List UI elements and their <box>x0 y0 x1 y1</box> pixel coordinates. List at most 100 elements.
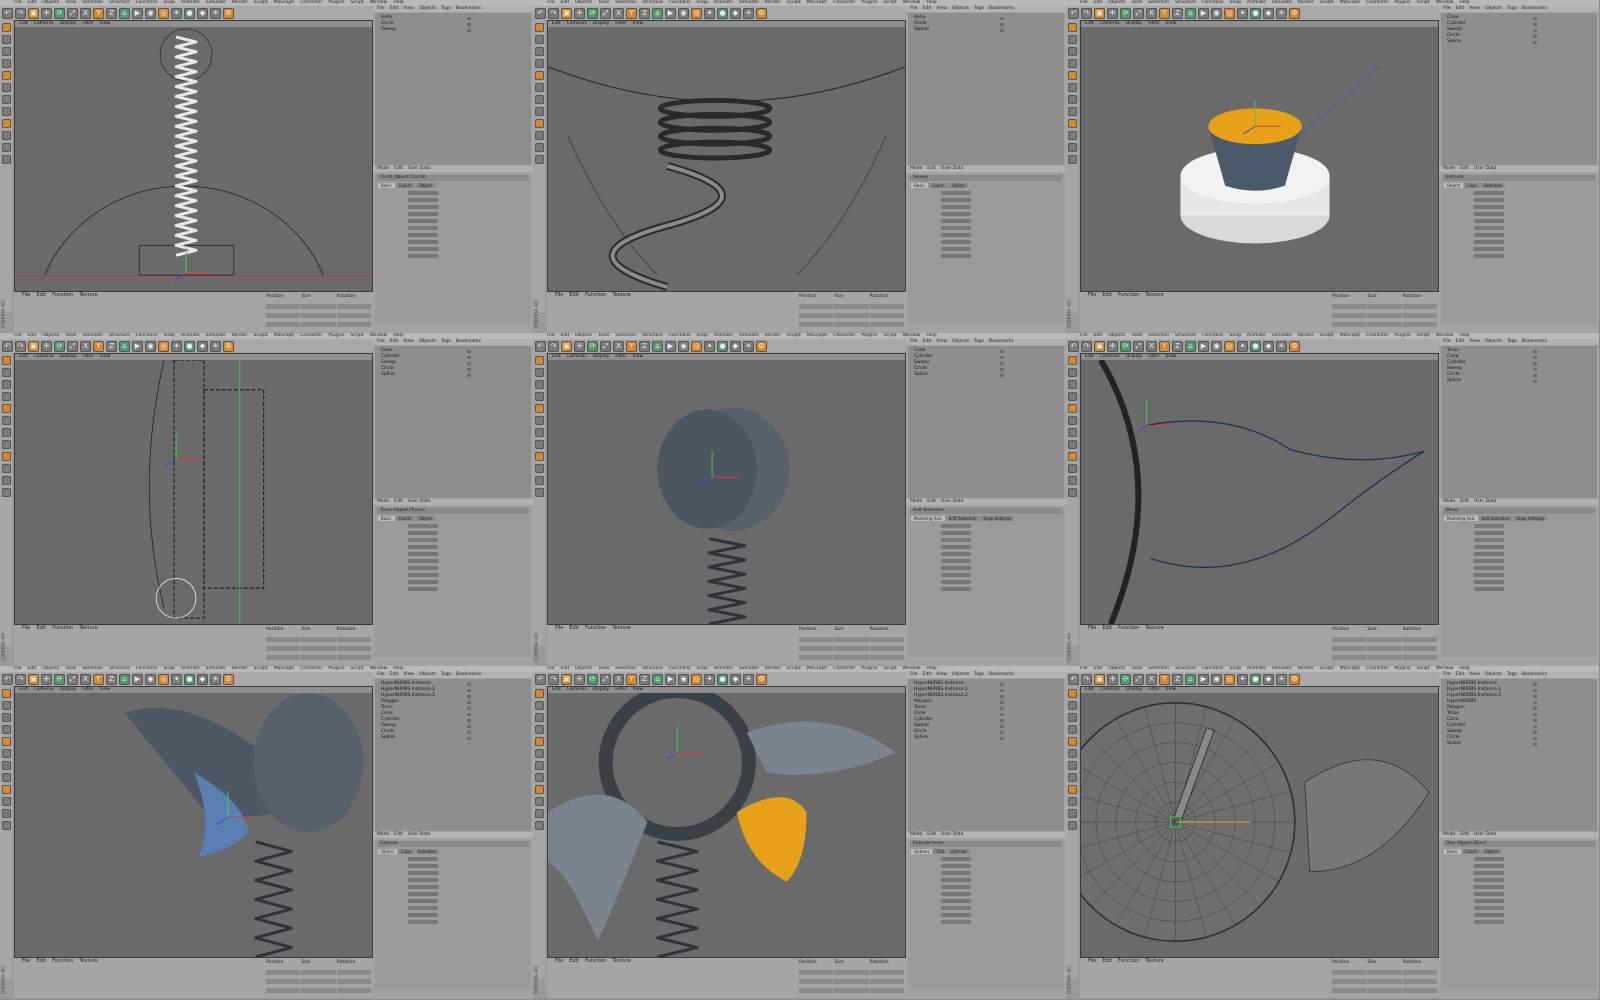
toolbar-tool-icon[interactable]: ⚙ <box>1289 7 1300 19</box>
viewport[interactable]: Edit Cameras Display Filter View <box>547 686 906 958</box>
attribute-field[interactable] <box>1474 913 1504 917</box>
toolbar-tool-icon[interactable]: ⚙ <box>223 340 234 352</box>
material-menu-texture[interactable]: Texture <box>1145 958 1163 964</box>
mode-tool-icon[interactable] <box>1067 725 1077 734</box>
om-menu-objects[interactable]: Objects <box>419 339 436 345</box>
om-menu-tags[interactable]: Tags <box>1507 672 1517 678</box>
om-menu-tags[interactable]: Tags <box>441 6 451 12</box>
attribute-field[interactable] <box>408 247 438 251</box>
material-menu-edit[interactable]: Edit <box>36 625 46 631</box>
attribute-field[interactable] <box>1474 233 1504 237</box>
toolbar-tool-icon[interactable]: ✛ <box>574 7 585 19</box>
attribute-tab[interactable]: Selection <box>414 849 440 854</box>
om-menu-bookmarks[interactable]: Bookmarks <box>456 339 481 345</box>
mode-tool-icon[interactable] <box>534 107 544 116</box>
material-menu-function[interactable]: Function <box>585 958 606 964</box>
coord-field[interactable] <box>869 970 904 975</box>
viewport-canvas[interactable] <box>548 360 905 624</box>
am-menu-mode[interactable]: Mode <box>377 499 389 505</box>
coord-field[interactable] <box>336 979 371 984</box>
attribute-field[interactable] <box>941 212 971 216</box>
mode-tool-icon[interactable] <box>1 392 11 401</box>
toolbar-tool-icon[interactable]: ◎ <box>691 673 702 685</box>
attribute-tab[interactable]: Caps <box>398 849 414 854</box>
toolbar-tool-icon[interactable]: ▣ <box>1094 7 1105 19</box>
viewport[interactable]: Edit Cameras Display Filter View <box>14 686 373 958</box>
mode-tool-icon[interactable] <box>534 761 544 770</box>
material-menu-file[interactable]: File <box>555 292 563 298</box>
mode-tool-icon[interactable] <box>1067 689 1077 698</box>
toolbar-tool-icon[interactable]: ☀ <box>1276 340 1287 352</box>
mode-tool-icon[interactable] <box>1067 761 1077 770</box>
mode-tool-icon[interactable] <box>1067 476 1077 485</box>
am-menu-edit[interactable]: Edit <box>927 832 936 838</box>
toolbar-tool-icon[interactable]: ⤢ <box>67 340 78 352</box>
toolbar-tool-icon[interactable]: ⚙ <box>1289 340 1300 352</box>
mode-tool-icon[interactable] <box>534 392 544 401</box>
attribute-field[interactable] <box>941 545 971 549</box>
attribute-field[interactable] <box>408 559 438 563</box>
mode-tool-icon[interactable] <box>1 689 11 698</box>
om-menu-edit[interactable]: Edit <box>390 6 399 12</box>
coord-field[interactable] <box>1332 979 1367 984</box>
mode-tool-icon[interactable] <box>534 143 544 152</box>
object-tree-item[interactable]: Spline <box>908 372 1064 378</box>
coord-field[interactable] <box>834 646 869 651</box>
om-menu-tags[interactable]: Tags <box>441 339 451 345</box>
coord-field[interactable] <box>1367 970 1402 975</box>
toolbar-tool-icon[interactable]: ◆ <box>1263 673 1274 685</box>
mode-tool-icon[interactable] <box>534 416 544 425</box>
material-menu-edit[interactable]: Edit <box>1102 292 1112 298</box>
mode-tool-icon[interactable] <box>1067 71 1077 80</box>
attribute-field[interactable] <box>941 899 971 903</box>
mode-tool-icon[interactable] <box>1067 737 1077 746</box>
mode-tool-icon[interactable] <box>1067 452 1077 461</box>
toolbar-tool-icon[interactable]: ⌂ <box>652 7 663 19</box>
material-menu-edit[interactable]: Edit <box>36 958 46 964</box>
coord-field[interactable] <box>1367 304 1402 309</box>
toolbar-tool-icon[interactable]: ⚙ <box>756 340 767 352</box>
attribute-tab[interactable]: Object <box>1481 849 1501 854</box>
mode-tool-icon[interactable] <box>534 59 544 68</box>
mode-tool-icon[interactable] <box>1067 785 1077 794</box>
coord-field[interactable] <box>301 304 336 309</box>
coord-field[interactable] <box>266 646 301 651</box>
coord-field[interactable] <box>1402 646 1437 651</box>
mode-tool-icon[interactable] <box>1 464 11 473</box>
toolbar-tool-icon[interactable]: ◆ <box>730 673 741 685</box>
coord-field[interactable] <box>834 637 869 642</box>
toolbar-tool-icon[interactable]: ▶ <box>132 673 143 685</box>
toolbar-tool-icon[interactable]: ⚙ <box>223 7 234 19</box>
mode-tool-icon[interactable] <box>1067 488 1077 497</box>
toolbar-tool-icon[interactable]: ◉ <box>678 340 689 352</box>
om-menu-edit[interactable]: Edit <box>1456 6 1465 12</box>
mode-tool-icon[interactable] <box>534 119 544 128</box>
mode-tool-icon[interactable] <box>1 725 11 734</box>
attribute-field[interactable] <box>941 878 971 882</box>
om-menu-bookmarks[interactable]: Bookmarks <box>1522 672 1547 678</box>
toolbar-tool-icon[interactable]: ▣ <box>561 340 572 352</box>
toolbar-tool-icon[interactable]: ⟳ <box>54 340 65 352</box>
coord-field[interactable] <box>869 322 904 327</box>
object-tree-item[interactable]: Spline <box>375 372 531 378</box>
attribute-field[interactable] <box>941 240 971 244</box>
attribute-field[interactable] <box>1474 240 1504 244</box>
coord-field[interactable] <box>336 304 371 309</box>
material-menu-file[interactable]: File <box>22 958 30 964</box>
mode-tool-icon[interactable] <box>1067 404 1077 413</box>
toolbar-tool-icon[interactable]: ⟳ <box>1120 7 1131 19</box>
om-menu-view[interactable]: View <box>1469 339 1480 345</box>
viewport[interactable]: Edit Cameras Display Filter View <box>547 20 906 292</box>
toolbar-tool-icon[interactable]: ☀ <box>743 340 754 352</box>
toolbar-tool-icon[interactable]: ☀ <box>210 340 221 352</box>
attribute-field[interactable] <box>1474 878 1504 882</box>
mode-tool-icon[interactable] <box>1067 95 1077 104</box>
am-menu-mode[interactable]: Mode <box>1443 832 1455 838</box>
attribute-field[interactable] <box>941 857 971 861</box>
material-menu-function[interactable]: Function <box>1118 625 1139 631</box>
toolbar-tool-icon[interactable]: ✛ <box>41 7 52 19</box>
om-menu-view[interactable]: View <box>936 672 947 678</box>
attribute-field[interactable] <box>408 233 438 237</box>
toolbar-tool-icon[interactable]: ✛ <box>1107 7 1118 19</box>
material-menu-edit[interactable]: Edit <box>569 625 579 631</box>
